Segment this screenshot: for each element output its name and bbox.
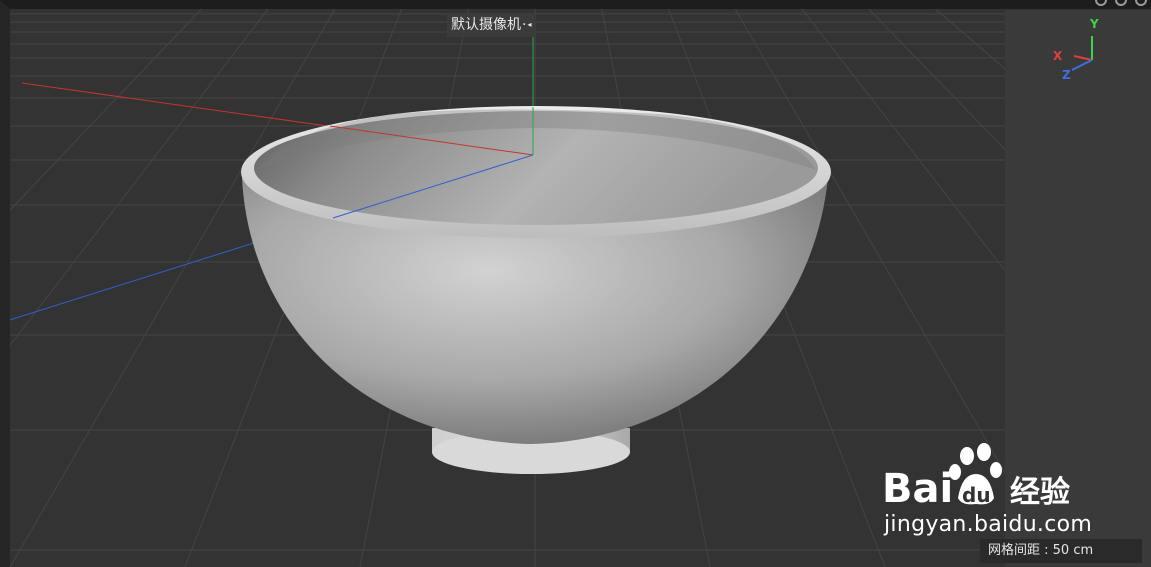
- nav-rotate-icon[interactable]: [1135, 0, 1147, 6]
- viewport-top-controls: [1095, 0, 1147, 6]
- gizmo-z-label: Z: [1062, 68, 1071, 82]
- scene-canvas[interactable]: [0, 0, 1151, 567]
- bowl-model[interactable]: [241, 106, 831, 474]
- grid-spacing-readout: 网格间距 : 50 cm: [980, 539, 1142, 563]
- watermark-url: jingyan.baidu.com: [884, 512, 1093, 537]
- gizmo-x-label: X: [1053, 49, 1063, 63]
- camera-suffix: ·: [522, 17, 527, 33]
- 3d-viewport[interactable]: 默认摄像机 · ◂ Y X Z Bai du 经验 jingyan.baidu.…: [0, 0, 1151, 567]
- nav-move-icon[interactable]: [1095, 0, 1107, 6]
- gizmo-y-label: Y: [1090, 17, 1099, 31]
- camera-selector[interactable]: 默认摄像机 · ◂: [447, 13, 536, 37]
- axis-gizmo: Y X Z: [1050, 16, 1110, 86]
- viewport-side-shade: [1005, 10, 1151, 567]
- camera-name: 默认摄像机: [451, 17, 521, 33]
- nav-zoom-icon[interactable]: [1115, 0, 1127, 6]
- camera-menu-icon[interactable]: ◂: [527, 13, 531, 37]
